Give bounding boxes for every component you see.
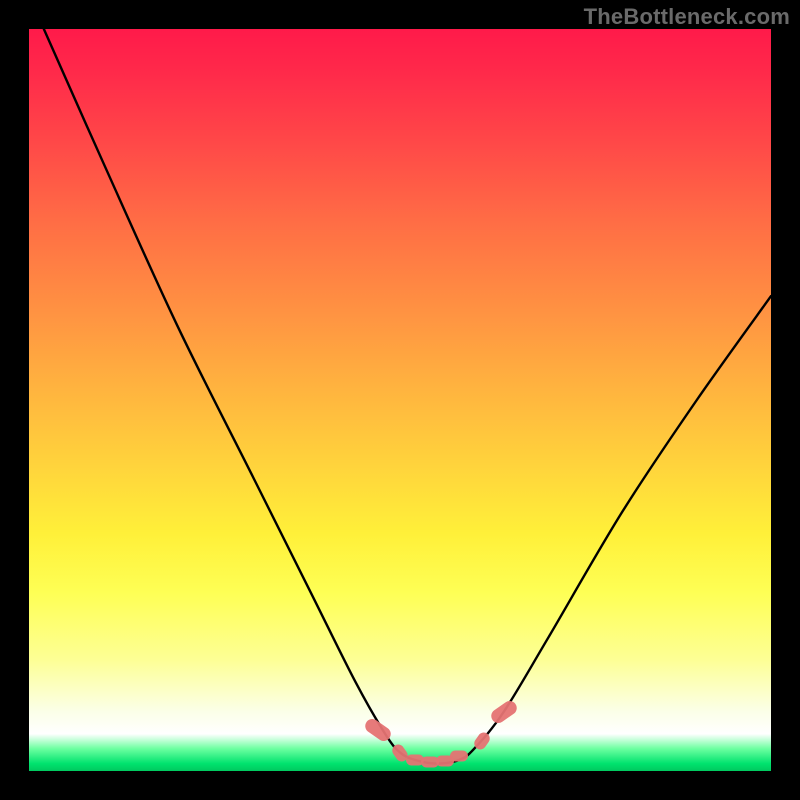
bottleneck-curve <box>44 29 771 764</box>
curve-svg <box>29 29 771 771</box>
chart-stage: TheBottleneck.com <box>0 0 800 800</box>
plot-area <box>29 29 771 771</box>
attribution-text: TheBottleneck.com <box>584 4 790 30</box>
